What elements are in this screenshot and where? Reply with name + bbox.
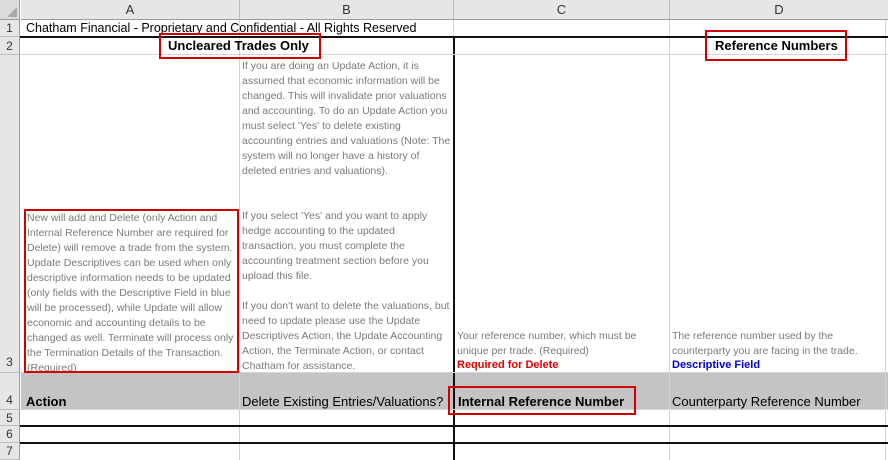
counterparty-reference-instructions[interactable]: The reference number used by the counter… xyxy=(672,329,886,359)
column-header-d[interactable]: D xyxy=(670,0,888,20)
column-header-c[interactable]: C xyxy=(454,0,670,20)
delete-entries-instructions-3[interactable]: If you don't want to delete the valuatio… xyxy=(242,299,452,374)
row-5-bottom-border xyxy=(20,425,888,427)
gridline-col-c xyxy=(669,20,670,460)
header-counterparty-reference[interactable]: Counterparty Reference Number xyxy=(672,394,861,409)
header-internal-reference[interactable]: Internal Reference Number xyxy=(458,394,624,409)
row-header-1[interactable]: 1 xyxy=(0,20,20,37)
row-header-5[interactable]: 5 xyxy=(0,410,20,426)
row-header-6[interactable]: 6 xyxy=(0,426,20,443)
action-instructions[interactable]: New will add and Delete (only Action and… xyxy=(27,211,237,371)
gridline-col-d xyxy=(885,20,886,460)
gridline-col-a xyxy=(239,20,240,460)
row-header-7[interactable]: 7 xyxy=(0,443,20,460)
row-header-4[interactable]: 4 xyxy=(0,373,20,410)
descriptive-field-flag: Descriptive Field xyxy=(672,359,761,371)
internal-reference-instructions[interactable]: Your reference number, which must be uni… xyxy=(457,329,667,359)
column-header-a[interactable]: A xyxy=(21,0,240,20)
select-all-triangle-icon xyxy=(7,7,17,17)
delete-entries-instructions-1[interactable]: If you are doing an Update Action, it is… xyxy=(242,59,452,194)
row-header-2[interactable]: 2 xyxy=(0,37,20,55)
delete-entries-instructions-2[interactable]: If you select 'Yes' and you want to appl… xyxy=(242,209,452,284)
row-6-bottom-border xyxy=(20,442,888,444)
row-header-3[interactable]: 3 xyxy=(0,55,20,373)
uncleared-trades-label[interactable]: Uncleared Trades Only xyxy=(168,38,309,53)
gridline-col-b-top xyxy=(453,20,454,37)
reference-numbers-label[interactable]: Reference Numbers xyxy=(715,38,838,53)
header-action[interactable]: Action xyxy=(26,394,66,409)
required-for-delete-flag: Required for Delete xyxy=(457,359,559,371)
header-delete-existing[interactable]: Delete Existing Entries/Valuations? xyxy=(242,394,443,409)
column-header-b[interactable]: B xyxy=(240,0,454,20)
select-all-corner[interactable] xyxy=(0,0,20,20)
